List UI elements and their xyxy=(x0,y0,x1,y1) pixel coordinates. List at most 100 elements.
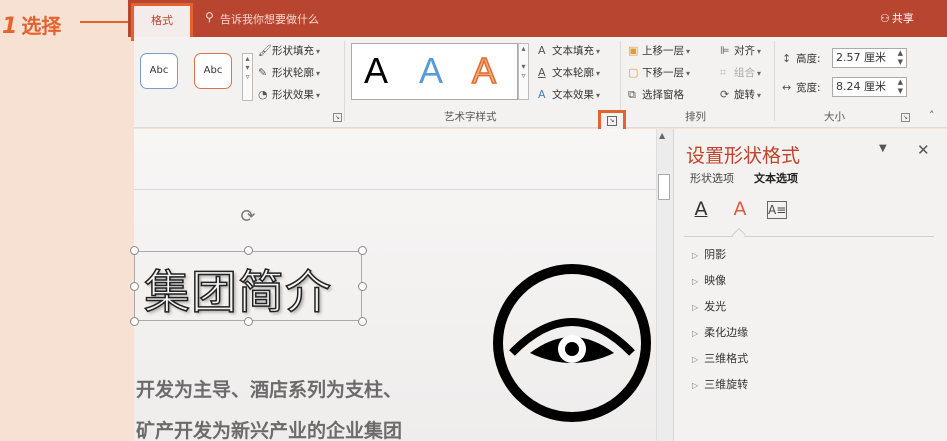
resize-handle[interactable] xyxy=(130,282,139,291)
shape-fill-label: 形状填充 xyxy=(272,45,314,57)
section-soft-edges[interactable]: ▷ 柔化边缘 xyxy=(692,324,748,340)
spinner-icon[interactable]: ▲ ▼ xyxy=(898,78,903,96)
section-label: 发光 xyxy=(704,300,727,313)
text-fill-outline-icon[interactable]: A xyxy=(690,198,712,222)
dropdown-arrow-icon: ▾ xyxy=(686,47,691,56)
bring-forward-icon: ▣ xyxy=(628,44,639,57)
share-button[interactable]: ⚇ 共享 xyxy=(880,10,914,26)
section-label: 柔化边缘 xyxy=(704,326,749,339)
wordart-sample-black[interactable]: A xyxy=(364,50,388,92)
send-backward-button[interactable]: ▢ 下移一层 ▾ xyxy=(628,65,690,80)
text-fill-icon: A xyxy=(538,44,546,57)
width-input[interactable]: 8.24 厘米 ▲ ▼ xyxy=(832,77,907,97)
text-fill-button[interactable]: A 文本填充 ▾ xyxy=(538,43,600,58)
lightbulb-icon: ⚲ xyxy=(205,10,214,24)
rotate-handle-icon[interactable]: ⟳ xyxy=(238,207,258,227)
dropdown-arrow-icon: ▾ xyxy=(316,91,321,100)
collapse-ribbon-icon[interactable]: ˄ xyxy=(929,109,935,122)
height-icon: ↕ xyxy=(782,52,792,65)
resize-handle[interactable] xyxy=(358,246,367,255)
section-shadow[interactable]: ▷ 阴影 xyxy=(692,246,726,262)
tab-text-options[interactable]: 文本选项 xyxy=(754,170,798,186)
slide-canvas: ⟳ 集团简介 开发为主导、酒店系列为支柱、 矿产开发为新兴产业的企业集团 xyxy=(130,129,656,441)
resize-handle[interactable] xyxy=(358,317,367,326)
resize-handle[interactable] xyxy=(130,317,139,326)
shape-effect-button[interactable]: ◔ 形状效果 ▾ xyxy=(258,87,320,102)
resize-handle[interactable] xyxy=(358,282,367,291)
text-outline-icon: A xyxy=(538,66,546,79)
expand-triangle-icon: ▷ xyxy=(692,303,699,312)
section-label: 三维格式 xyxy=(704,352,749,365)
expand-triangle-icon: ▷ xyxy=(692,251,699,260)
rotate-button[interactable]: ⟳ 旋转 ▾ xyxy=(720,87,761,102)
wordart-sample-orange[interactable]: A xyxy=(471,49,497,92)
shape-outline-label: 形状轮廓 xyxy=(272,67,314,79)
callout-step-1-label: 选择 xyxy=(21,14,62,38)
group-label-wordart: 艺术字样式 xyxy=(444,111,497,123)
pane-divider xyxy=(684,236,934,237)
wordart-gallery[interactable]: A A A xyxy=(351,43,518,100)
section-3d-format[interactable]: ▷ 三维格式 xyxy=(692,350,748,366)
section-glow[interactable]: ▷ 发光 xyxy=(692,298,726,314)
shape-styles-scroll[interactable]: ▴ ▾ ▿ xyxy=(242,53,253,101)
section-label: 三维旋转 xyxy=(704,378,749,391)
align-button[interactable]: ⊫ 对齐 ▾ xyxy=(720,43,761,58)
shape-style-preset-1[interactable]: Abc xyxy=(140,53,178,89)
group-label: 组合 xyxy=(734,67,755,79)
scroll-up-icon[interactable]: ▲ xyxy=(659,131,665,140)
slide-body-line-2[interactable]: 矿产开发为新兴产业的企业集团 xyxy=(136,416,402,441)
rotate-icon: ⟳ xyxy=(720,88,730,101)
dropdown-arrow-icon: ▾ xyxy=(596,47,601,56)
wordart-gallery-scroll[interactable]: ▴ ▾ ▿ xyxy=(518,43,529,100)
tell-me-search[interactable]: 告诉我你想要做什么 xyxy=(220,11,319,27)
slide-title-wordart[interactable]: 集团简介 xyxy=(143,256,332,322)
textbox-layout-icon[interactable]: A≡ xyxy=(767,201,787,219)
text-effect-button[interactable]: A 文本效果 ▾ xyxy=(538,87,600,102)
text-effects-icon[interactable]: A xyxy=(729,198,751,222)
slide[interactable]: ⟳ 集团简介 开发为主导、酒店系列为支柱、 矿产开发为新兴产业的企业集团 xyxy=(130,129,656,441)
group-icon: ⌗ xyxy=(720,66,727,79)
wordart-sample-blue[interactable]: A xyxy=(419,50,443,92)
tab-shape-options[interactable]: 形状选项 xyxy=(690,170,734,186)
pane-options-icon[interactable]: ▼ xyxy=(879,143,887,154)
section-3d-rotation[interactable]: ▷ 三维旋转 xyxy=(692,376,748,392)
shape-style-preset-2[interactable]: Abc xyxy=(194,53,232,89)
shape-outline-button[interactable]: ✎ 形状轮廓 ▾ xyxy=(258,65,320,80)
expand-triangle-icon: ▷ xyxy=(692,329,699,338)
pane-title: 设置形状格式 xyxy=(686,145,801,167)
scrollbar-thumb[interactable] xyxy=(658,174,670,200)
launcher-icon: ↘ xyxy=(607,116,617,126)
tab-format[interactable]: 格式 xyxy=(131,3,193,41)
shape-effect-icon: ◔ xyxy=(258,88,268,101)
selection-pane-label: 选择窗格 xyxy=(642,89,684,101)
text-outline-button[interactable]: A 文本轮廓 ▾ xyxy=(538,65,600,80)
share-label: 共享 xyxy=(891,12,914,25)
close-icon[interactable]: ✕ xyxy=(917,141,930,159)
height-value: 2.57 厘米 xyxy=(836,51,886,64)
bring-forward-button[interactable]: ▣ 上移一层 ▾ xyxy=(628,43,690,58)
send-backward-icon: ▢ xyxy=(628,66,639,79)
group-label-size: 大小 xyxy=(824,111,845,123)
group-label-arrange: 排列 xyxy=(685,111,706,123)
shape-fill-button[interactable]: 🖌形状填充 ▾ xyxy=(258,43,320,58)
selection-pane-button[interactable]: ⧉ 选择窗格 xyxy=(628,87,684,102)
spinner-icon[interactable]: ▲ ▼ xyxy=(898,49,903,67)
selection-pane-icon: ⧉ xyxy=(628,88,636,101)
expand-triangle-icon: ▷ xyxy=(692,381,699,390)
pen-icon: ✎ xyxy=(258,66,268,79)
resize-handle[interactable] xyxy=(130,246,139,255)
section-reflection[interactable]: ▷ 映像 xyxy=(692,272,726,288)
expand-triangle-icon: ▷ xyxy=(692,277,699,286)
slide-body-line-1[interactable]: 开发为主导、酒店系列为支柱、 xyxy=(136,375,402,402)
dropdown-arrow-icon: ▾ xyxy=(757,91,762,100)
resize-handle[interactable] xyxy=(244,246,253,255)
group-button[interactable]: ⌗ 组合 ▾ xyxy=(720,65,761,80)
section-label: 映像 xyxy=(704,274,727,287)
callout-step-1-number: 1 xyxy=(2,14,18,39)
height-input[interactable]: 2.57 厘米 ▲ ▼ xyxy=(832,48,907,68)
dialog-launcher-size[interactable]: ↘ xyxy=(901,113,910,122)
dialog-launcher-shape-styles[interactable]: ↘ xyxy=(333,113,342,122)
height-label-text: 高度: xyxy=(796,53,821,65)
dropdown-arrow-icon: ▾ xyxy=(596,69,601,78)
dropdown-arrow-icon: ▾ xyxy=(757,47,762,56)
